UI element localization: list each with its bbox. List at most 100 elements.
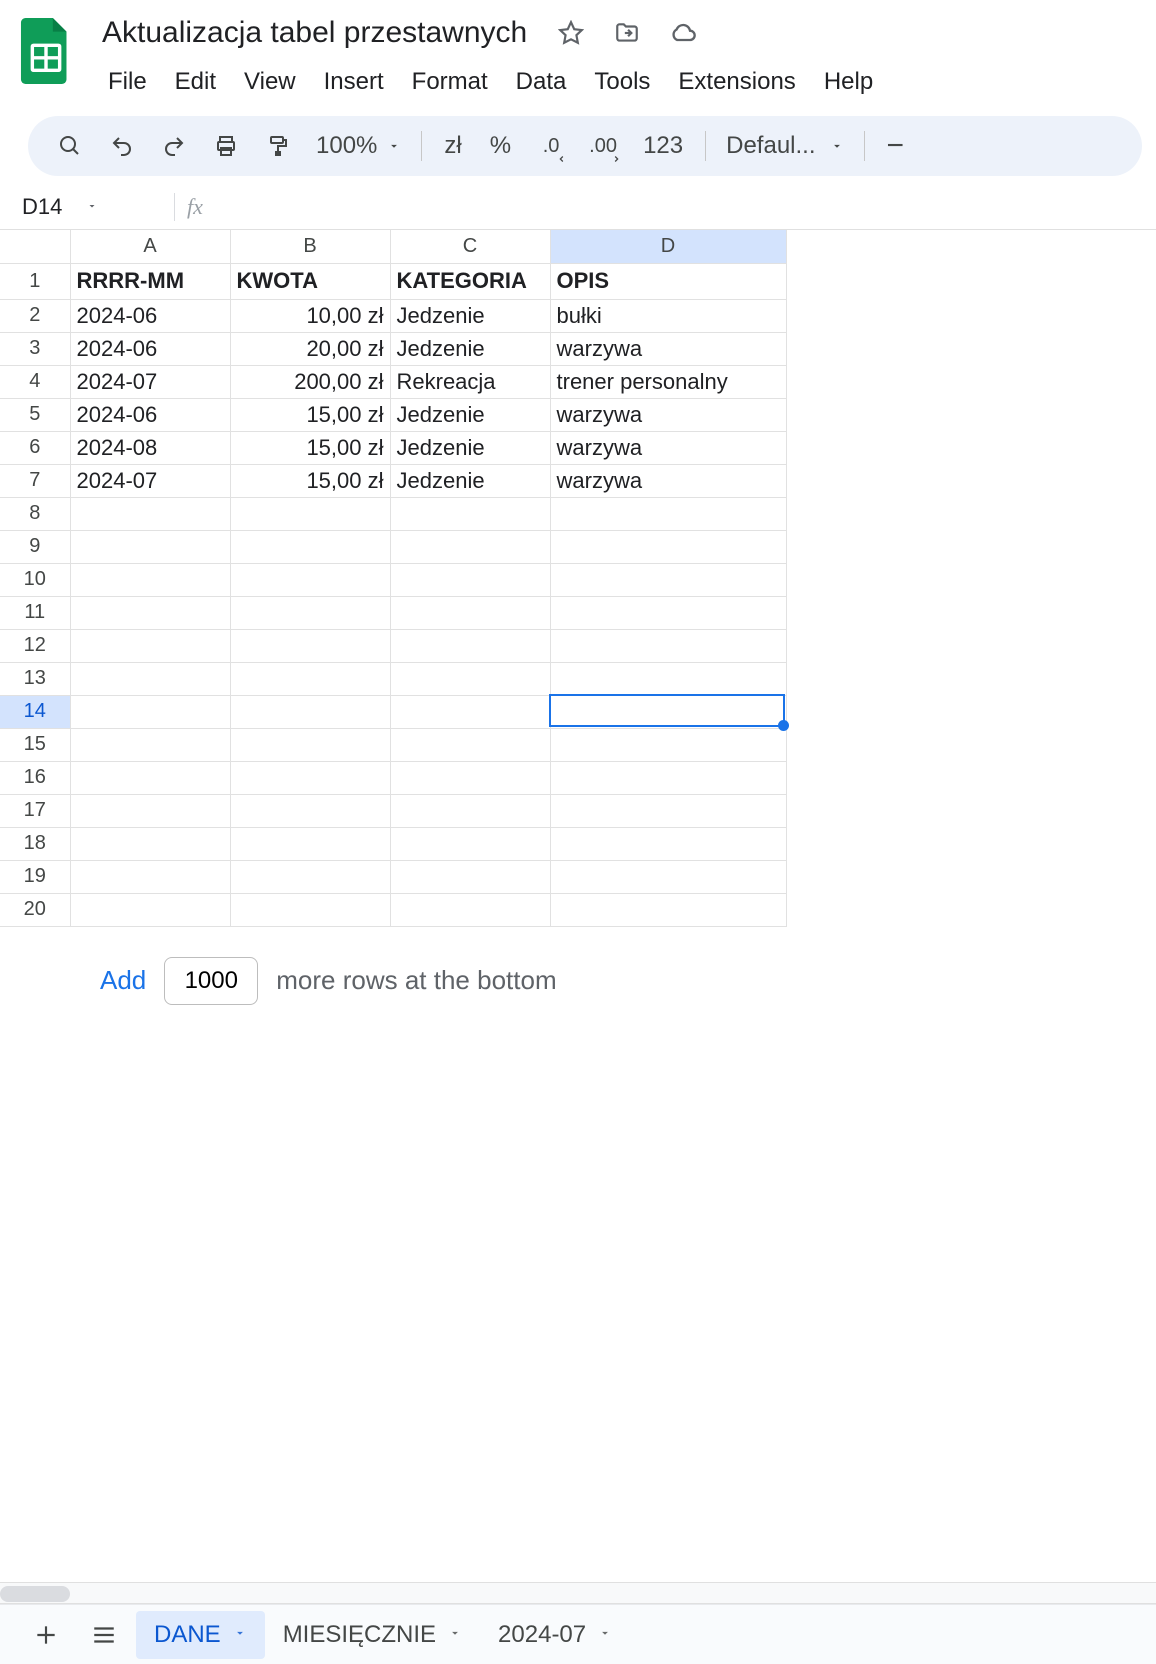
cell-A3[interactable]: 2024-06: [70, 332, 230, 365]
cell-A2[interactable]: 2024-06: [70, 299, 230, 332]
cell-C8[interactable]: [390, 497, 550, 530]
cell-D18[interactable]: [550, 827, 786, 860]
add-sheet-button[interactable]: [20, 1609, 72, 1661]
sheet-tab[interactable]: MIESIĘCZNIE: [265, 1611, 480, 1659]
cell-C10[interactable]: [390, 563, 550, 596]
cell-A8[interactable]: [70, 497, 230, 530]
font-size-decrease-button[interactable]: −: [877, 129, 915, 163]
row-header-16[interactable]: 16: [0, 761, 70, 794]
cell-D16[interactable]: [550, 761, 786, 794]
select-all-corner[interactable]: [0, 230, 70, 263]
move-to-folder-icon[interactable]: [609, 15, 645, 51]
chevron-down-icon[interactable]: [233, 1626, 247, 1643]
cell-B15[interactable]: [230, 728, 390, 761]
cell-A20[interactable]: [70, 893, 230, 926]
cell-D11[interactable]: [550, 596, 786, 629]
cell-D10[interactable]: [550, 563, 786, 596]
cell-D1[interactable]: OPIS: [550, 263, 786, 299]
format-percent-button[interactable]: %: [480, 132, 521, 160]
cell-A10[interactable]: [70, 563, 230, 596]
cell-B5[interactable]: 15,00 zł: [230, 398, 390, 431]
cell-D5[interactable]: warzywa: [550, 398, 786, 431]
decrease-decimal-icon[interactable]: .0: [529, 124, 573, 168]
cell-B1[interactable]: KWOTA: [230, 263, 390, 299]
cell-C7[interactable]: Jedzenie: [390, 464, 550, 497]
row-header-4[interactable]: 4: [0, 365, 70, 398]
cell-D2[interactable]: bułki: [550, 299, 786, 332]
row-header-12[interactable]: 12: [0, 629, 70, 662]
undo-icon[interactable]: [100, 124, 144, 168]
add-rows-button[interactable]: Add: [100, 965, 146, 996]
row-header-18[interactable]: 18: [0, 827, 70, 860]
cell-C17[interactable]: [390, 794, 550, 827]
row-header-3[interactable]: 3: [0, 332, 70, 365]
cell-B7[interactable]: 15,00 zł: [230, 464, 390, 497]
spreadsheet-grid[interactable]: ABCD1RRRR-MMKWOTAKATEGORIAOPIS22024-0610…: [0, 230, 1156, 927]
cell-D15[interactable]: [550, 728, 786, 761]
cell-B10[interactable]: [230, 563, 390, 596]
menu-tools[interactable]: Tools: [582, 62, 662, 102]
menu-insert[interactable]: Insert: [312, 62, 396, 102]
cell-A4[interactable]: 2024-07: [70, 365, 230, 398]
cell-B14[interactable]: [230, 695, 390, 728]
format-number-button[interactable]: 123: [633, 132, 693, 160]
cell-B20[interactable]: [230, 893, 390, 926]
cell-D4[interactable]: trener personalny: [550, 365, 786, 398]
row-header-7[interactable]: 7: [0, 464, 70, 497]
cell-A5[interactable]: 2024-06: [70, 398, 230, 431]
cell-D12[interactable]: [550, 629, 786, 662]
cell-A18[interactable]: [70, 827, 230, 860]
cell-B19[interactable]: [230, 860, 390, 893]
add-rows-input[interactable]: [164, 957, 258, 1005]
formula-input[interactable]: [203, 191, 1154, 222]
cell-A13[interactable]: [70, 662, 230, 695]
cell-B16[interactable]: [230, 761, 390, 794]
cell-D6[interactable]: warzywa: [550, 431, 786, 464]
column-header-D[interactable]: D: [550, 230, 786, 263]
cell-C9[interactable]: [390, 530, 550, 563]
all-sheets-button[interactable]: [78, 1609, 130, 1661]
document-title[interactable]: Aktualizacja tabel przestawnych: [96, 12, 533, 54]
cell-B8[interactable]: [230, 497, 390, 530]
menu-help[interactable]: Help: [812, 62, 885, 102]
cell-D17[interactable]: [550, 794, 786, 827]
row-header-1[interactable]: 1: [0, 263, 70, 299]
row-header-9[interactable]: 9: [0, 530, 70, 563]
horizontal-scrollbar[interactable]: [0, 1582, 1156, 1604]
row-header-8[interactable]: 8: [0, 497, 70, 530]
menu-edit[interactable]: Edit: [163, 62, 228, 102]
cell-A15[interactable]: [70, 728, 230, 761]
menu-extensions[interactable]: Extensions: [666, 62, 807, 102]
cell-A11[interactable]: [70, 596, 230, 629]
row-header-5[interactable]: 5: [0, 398, 70, 431]
cell-B17[interactable]: [230, 794, 390, 827]
menu-view[interactable]: View: [232, 62, 308, 102]
menu-data[interactable]: Data: [504, 62, 579, 102]
row-header-11[interactable]: 11: [0, 596, 70, 629]
cell-D19[interactable]: [550, 860, 786, 893]
cell-C15[interactable]: [390, 728, 550, 761]
chevron-down-icon[interactable]: [598, 1626, 612, 1643]
cell-A17[interactable]: [70, 794, 230, 827]
column-header-C[interactable]: C: [390, 230, 550, 263]
search-icon[interactable]: [48, 124, 92, 168]
cell-C6[interactable]: Jedzenie: [390, 431, 550, 464]
format-currency-button[interactable]: zł: [434, 132, 471, 160]
row-header-2[interactable]: 2: [0, 299, 70, 332]
cell-C11[interactable]: [390, 596, 550, 629]
cell-A19[interactable]: [70, 860, 230, 893]
print-icon[interactable]: [204, 124, 248, 168]
cell-B13[interactable]: [230, 662, 390, 695]
row-header-19[interactable]: 19: [0, 860, 70, 893]
increase-decimal-icon[interactable]: .00: [581, 124, 625, 168]
row-header-20[interactable]: 20: [0, 893, 70, 926]
cell-A6[interactable]: 2024-08: [70, 431, 230, 464]
column-header-B[interactable]: B: [230, 230, 390, 263]
cell-C12[interactable]: [390, 629, 550, 662]
cell-D9[interactable]: [550, 530, 786, 563]
cell-B11[interactable]: [230, 596, 390, 629]
row-header-10[interactable]: 10: [0, 563, 70, 596]
cell-D20[interactable]: [550, 893, 786, 926]
chevron-down-icon[interactable]: [448, 1626, 462, 1643]
cell-C19[interactable]: [390, 860, 550, 893]
